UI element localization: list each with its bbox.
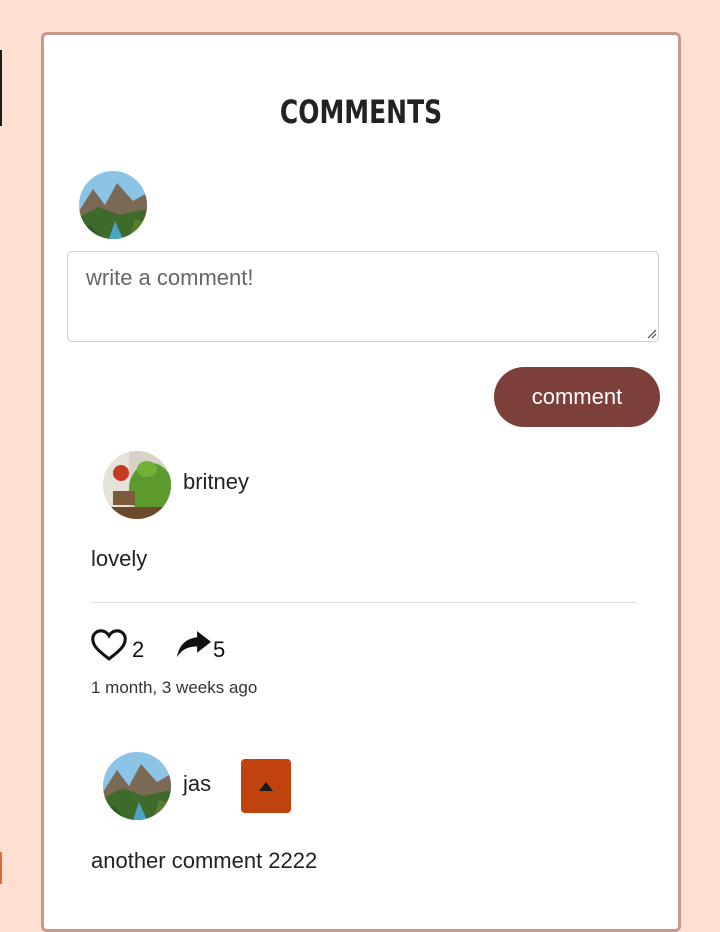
collapse-toggle-button[interactable]	[241, 759, 291, 813]
page-edge-marker	[0, 50, 2, 126]
comment-text: another comment 2222	[91, 848, 318, 873]
landscape-avatar-image	[103, 752, 171, 820]
current-user-avatar	[79, 171, 147, 239]
heart-outline-icon[interactable]	[90, 628, 128, 662]
comment-divider	[90, 602, 637, 603]
submit-comment-button[interactable]: comment	[494, 367, 660, 427]
like-count: 2	[132, 637, 145, 662]
landscape-avatar-image	[79, 171, 147, 239]
comment-input[interactable]	[67, 251, 659, 342]
share-action[interactable]: 5	[175, 628, 225, 662]
comments-card: COMMENTS comment britney lovely	[41, 32, 681, 932]
section-title: COMMENTS	[279, 93, 443, 131]
share-arrow-icon[interactable]	[175, 628, 213, 662]
share-count: 5	[213, 637, 226, 662]
comment-author-avatar[interactable]	[103, 752, 171, 820]
resize-grip-icon[interactable]	[645, 327, 657, 339]
comment-author-name[interactable]: britney	[183, 469, 249, 495]
comment-author-name[interactable]: jas	[183, 771, 211, 797]
caret-up-icon	[259, 781, 273, 791]
comment-author-avatar[interactable]	[103, 451, 171, 519]
comment-text: lovely	[91, 546, 148, 571]
page-edge-marker	[0, 852, 2, 884]
frog-avatar-image	[103, 451, 171, 519]
comment-timestamp: 1 month, 3 weeks ago	[91, 678, 258, 697]
like-action[interactable]: 2	[90, 628, 144, 662]
